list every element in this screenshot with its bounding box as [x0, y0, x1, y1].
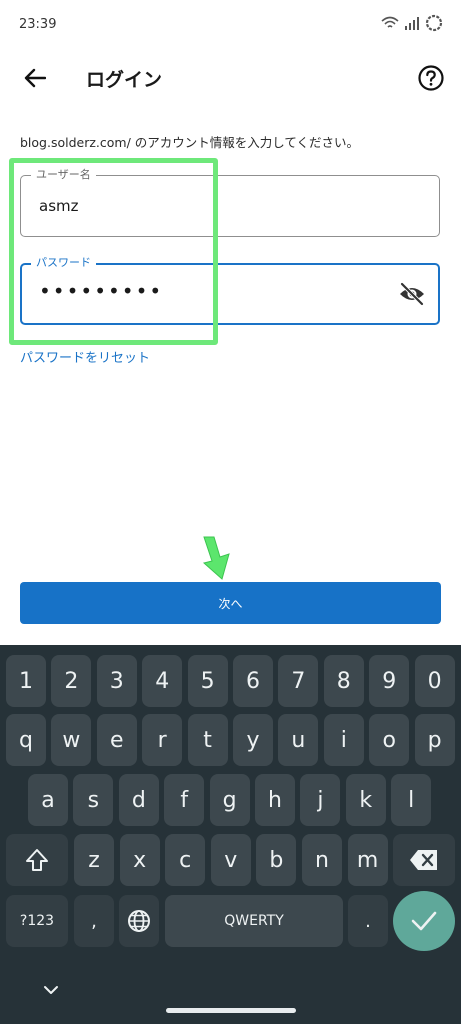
backspace-icon [410, 850, 437, 870]
space-key[interactable]: QWERTY [165, 895, 343, 947]
key-t[interactable]: t [187, 714, 228, 766]
key-8[interactable]: 8 [323, 655, 364, 707]
key-6[interactable]: 6 [233, 655, 273, 707]
key-y[interactable]: y [233, 714, 273, 766]
navigation-bar [0, 970, 461, 1024]
app-bar: ログイン [0, 52, 461, 104]
status-icons [381, 14, 443, 32]
key-5[interactable]: 5 [187, 655, 228, 707]
wifi-icon [381, 16, 399, 28]
page-title: ログイン [86, 69, 163, 91]
toggle-password-visibility-button[interactable] [398, 281, 426, 307]
backspace-key[interactable] [393, 834, 455, 886]
key-p[interactable]: p [414, 714, 455, 766]
key-7[interactable]: 7 [278, 655, 319, 707]
check-icon [411, 911, 437, 931]
status-time: 23:39 [19, 17, 57, 32]
key-0[interactable]: 0 [414, 655, 455, 707]
key-k[interactable]: k [345, 774, 386, 826]
key-b[interactable]: b [256, 834, 297, 886]
key-2[interactable]: 2 [51, 655, 92, 707]
key-3[interactable]: 3 [96, 655, 137, 707]
battery-icon [425, 14, 443, 32]
key-n[interactable]: n [302, 834, 342, 886]
key-e[interactable]: e [96, 714, 137, 766]
language-key[interactable] [119, 895, 159, 947]
annotation-highlight-box [9, 158, 218, 345]
key-o[interactable]: o [369, 714, 410, 766]
key-x[interactable]: x [119, 834, 160, 886]
key-z[interactable]: z [74, 834, 114, 886]
shift-key[interactable] [6, 834, 68, 886]
soft-keyboard: 1234567890 qwertyuiop asdfghjkl zxcvbnm … [0, 645, 461, 1024]
key-s[interactable]: s [73, 774, 114, 826]
next-button[interactable]: 次へ [20, 582, 441, 624]
help-circle-icon [418, 65, 444, 91]
key-v[interactable]: v [210, 834, 251, 886]
key-9[interactable]: 9 [369, 655, 410, 707]
eye-off-icon [400, 282, 424, 306]
green-arrow-icon [202, 536, 230, 580]
key-j[interactable]: j [300, 774, 341, 826]
key-r[interactable]: r [142, 714, 183, 766]
signal-icon [405, 17, 419, 30]
key-w[interactable]: w [51, 714, 92, 766]
key-l[interactable]: l [391, 774, 432, 826]
key-q[interactable]: q [6, 714, 46, 766]
key-c[interactable]: c [165, 834, 206, 886]
key-m[interactable]: m [347, 834, 388, 886]
shift-icon [26, 849, 48, 871]
symbols-key[interactable]: ?123 [6, 895, 68, 947]
key-a[interactable]: a [28, 774, 68, 826]
chevron-down-icon[interactable] [43, 985, 59, 995]
globe-icon [128, 910, 150, 932]
key-g[interactable]: g [209, 774, 250, 826]
key-d[interactable]: d [118, 774, 159, 826]
period-key[interactable]: . [348, 895, 388, 947]
instruction-text: blog.solderz.com/ のアカウント情報を入力してください。 [20, 135, 360, 150]
comma-key[interactable]: , [74, 895, 114, 947]
back-button[interactable] [18, 62, 52, 94]
key-1[interactable]: 1 [6, 655, 46, 707]
key-u[interactable]: u [278, 714, 319, 766]
key-h[interactable]: h [255, 774, 295, 826]
key-4[interactable]: 4 [142, 655, 183, 707]
reset-password-link[interactable]: パスワードをリセット [20, 347, 150, 366]
help-button[interactable] [417, 64, 445, 92]
enter-key[interactable] [393, 891, 455, 951]
key-f[interactable]: f [164, 774, 205, 826]
status-bar: 23:39 [0, 0, 461, 52]
home-indicator[interactable] [166, 1008, 296, 1013]
back-arrow-icon [24, 68, 46, 88]
key-i[interactable]: i [323, 714, 364, 766]
